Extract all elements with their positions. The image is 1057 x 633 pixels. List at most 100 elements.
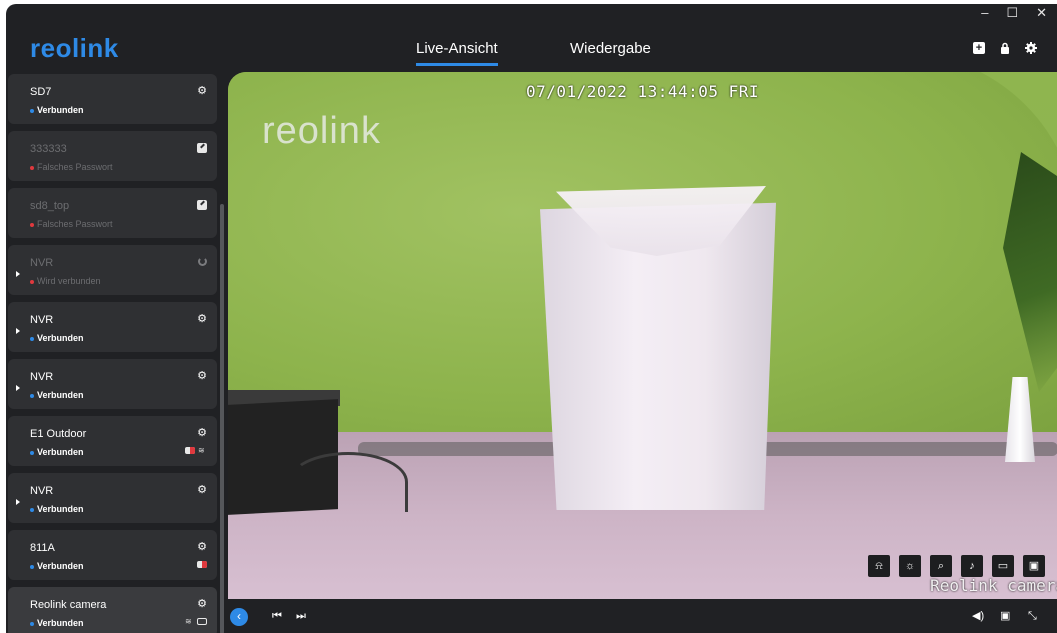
next-icon[interactable]: ⏭ [296,610,306,622]
status-dot [30,621,34,626]
device-status: Verbunden [30,105,84,115]
device-status: Verbunden [30,618,84,628]
status-dot [30,564,34,569]
siren-icon[interactable]: ⍾ [868,555,890,577]
expand-arrow-icon[interactable] [16,328,20,334]
status-dot [30,279,34,284]
wifi-icon: ≋ [198,446,205,455]
device-name: 811A [30,542,55,554]
lock-icon[interactable] [999,42,1011,54]
device-status: Falsches Passwort [30,219,113,229]
device-card[interactable]: NVR Verbunden ⚙ [8,473,217,523]
device-name: SD7 [30,86,52,98]
device-card[interactable]: SD7 Verbunden ⚙ [8,74,217,124]
device-name: E1 Outdoor [30,428,87,440]
volume-icon[interactable]: ◀) [972,610,984,622]
edit-icon[interactable] [197,200,207,210]
device-settings-icon[interactable]: ⚙ [197,371,207,382]
loading-spinner-icon [198,257,207,266]
osd-timestamp: 07/01/2022 13:44:05 FRI [526,82,760,101]
device-settings-icon[interactable]: ⚙ [197,86,207,97]
device-status: Wird verbunden [30,276,101,286]
zoom-icon[interactable]: ⌕ [930,555,952,577]
bottom-bar: ‹ ⏮ ⏭ ◀) ▣ ⤡ [228,599,1057,633]
battery-low-icon [185,447,195,454]
device-card[interactable]: 811A Verbunden ⚙ [8,530,217,580]
status-text: Falsches Passwort [37,162,113,172]
device-card[interactable]: NVR Wird verbunden [8,245,217,295]
device-settings-icon[interactable]: ⚙ [197,485,207,496]
device-indicators [197,561,207,568]
osd-watermark: reolink [262,110,381,152]
device-settings-icon[interactable]: ⚙ [197,542,207,553]
layout-icon[interactable]: ▣ [1000,610,1010,622]
status-text: Verbunden [37,618,84,628]
status-dot [30,450,34,455]
tab-playback[interactable]: Wiedergabe [570,40,651,63]
maximize-icon[interactable]: ☐ [1006,6,1018,20]
app-window: – ☐ ✕ reolink Live-Ansicht Wiedergabe + … [6,4,1057,633]
expand-arrow-icon[interactable] [16,499,20,505]
device-name: NVR [30,485,54,497]
device-card[interactable]: NVR Verbunden ⚙ [8,302,217,352]
status-dot [30,336,34,341]
device-name: NVR [30,257,54,269]
status-text: Verbunden [37,333,84,343]
battery-icon [197,618,207,625]
status-dot [30,222,34,227]
device-status: Verbunden [30,333,84,343]
tab-live-view[interactable]: Live-Ansicht [416,40,498,66]
video-toolbar: ⍾ ☼ ⌕ ♪ ▭ ▣ [868,555,1045,577]
battery-low-icon [197,561,207,568]
status-text: Verbunden [37,504,84,514]
device-indicators: ≋ [185,617,207,626]
device-name: NVR [30,371,54,383]
device-indicators: ≋ [185,446,207,455]
device-status: Verbunden [30,561,84,571]
device-list: SD7 Verbunden ⚙ 333333 Falsches Passwort… [6,72,228,633]
device-card[interactable]: sd8_top Falsches Passwort [8,188,217,238]
status-text: Verbunden [37,447,84,457]
video-scene-cable [288,452,408,512]
device-status: Verbunden [30,390,84,400]
wifi-icon: ≋ [185,617,192,626]
device-card[interactable]: 333333 Falsches Passwort [8,131,217,181]
fullscreen-icon[interactable]: ⤡ [1028,610,1037,622]
status-text: Verbunden [37,561,84,571]
record-icon[interactable]: ▭ [992,555,1014,577]
live-video-view[interactable]: 07/01/2022 13:44:05 FRI reolink Reolink … [228,72,1057,599]
close-icon[interactable]: ✕ [1036,6,1047,20]
status-dot [30,165,34,170]
osd-camera-name: Reolink camera [930,576,1057,595]
device-settings-icon[interactable]: ⚙ [197,314,207,325]
minimize-icon[interactable]: – [981,6,988,20]
collapse-sidebar-button[interactable]: ‹ [230,608,248,626]
device-card[interactable]: NVR Verbunden ⚙ [8,359,217,409]
status-text: Verbunden [37,105,84,115]
device-card[interactable]: E1 Outdoor Verbunden ⚙ ≋ [8,416,217,466]
device-name: NVR [30,314,54,326]
expand-arrow-icon[interactable] [16,271,20,277]
device-status: Falsches Passwort [30,162,113,172]
status-dot [30,393,34,398]
snapshot-icon[interactable]: ▣ [1023,555,1045,577]
device-name: sd8_top [30,200,70,212]
previous-icon[interactable]: ⏮ [272,610,282,622]
window-controls: – ☐ ✕ [981,6,1047,20]
expand-arrow-icon[interactable] [16,385,20,391]
sidebar-scrollbar[interactable] [220,204,224,633]
device-card-selected[interactable]: Reolink camera Verbunden ⚙ ≋ [8,587,217,633]
status-text: Falsches Passwort [37,219,113,229]
status-dot [30,108,34,113]
device-settings-icon[interactable]: ⚙ [197,428,207,439]
device-status: Verbunden [30,504,84,514]
status-dot [30,507,34,512]
status-text: Wird verbunden [37,276,101,286]
settings-icon[interactable] [1025,42,1037,54]
talk-icon[interactable]: ♪ [961,555,983,577]
spotlight-icon[interactable]: ☼ [899,555,921,577]
device-name: 333333 [30,143,67,155]
device-settings-icon[interactable]: ⚙ [197,599,207,610]
add-device-icon[interactable]: + [973,42,985,54]
edit-icon[interactable] [197,143,207,153]
